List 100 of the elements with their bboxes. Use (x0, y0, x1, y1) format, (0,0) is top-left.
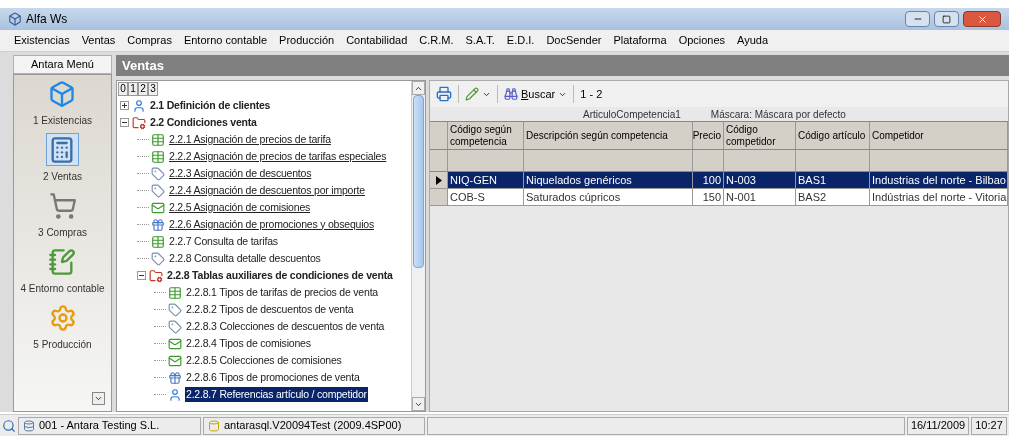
menu-item[interactable]: E.D.I. (506, 32, 535, 49)
tree-item[interactable]: 2.2.5 Asignación de comisiones (168, 199, 312, 216)
column-header[interactable]: Competidor (870, 122, 1008, 149)
window-title: Alfa Ws (26, 11, 68, 28)
menu-item[interactable]: Ayuda (737, 32, 769, 49)
expand-toggle[interactable] (120, 101, 129, 110)
menu-item[interactable]: Plataforma (613, 32, 667, 49)
column-header[interactable]: Precio (693, 122, 724, 149)
date-status: 16/11/2009 (907, 416, 969, 435)
column-header[interactable]: Descripción según competencia (524, 122, 693, 149)
table-row[interactable]: COB-S Saturados cúpricos 150 N-001 BAS2 Indústrias del norte - Vitoria (430, 189, 1008, 206)
table-cell: N-001 (724, 189, 796, 205)
edit-dropdown-button[interactable] (465, 87, 491, 101)
tree-item[interactable]: 2.2.8.1 Tipos de tarifas de precios de venta (185, 284, 379, 301)
plus-icon (121, 102, 128, 109)
menu-tile-label[interactable]: 2 Ventas (43, 169, 82, 184)
menu-item[interactable]: S.A.T. (465, 32, 495, 49)
column-header[interactable]: Código competidor (724, 122, 796, 149)
minimize-button[interactable] (905, 11, 930, 27)
tree-item[interactable]: 2.2.1 Asignación de precios de tarifa (168, 131, 332, 148)
gift-icon (168, 370, 182, 385)
tree-item[interactable]: 2.2.8.2 Tipos de descuentos de venta (185, 301, 355, 318)
table-cell: 150 (693, 189, 724, 205)
side-menu-header: Antara Menú (13, 55, 112, 74)
tree-item[interactable]: 2.1 Definición de clientes (149, 97, 272, 114)
menu-tile[interactable] (46, 133, 79, 166)
collapse-toggle[interactable] (120, 118, 129, 127)
menu-item[interactable]: Opciones (678, 32, 726, 49)
current-row-icon (435, 175, 442, 185)
level-button[interactable]: 3 (148, 82, 158, 96)
tag-icon (151, 251, 165, 266)
table-cell: N-003 (724, 172, 796, 188)
menu-tile-label[interactable]: 5 Producción (33, 337, 92, 352)
menu-item[interactable]: Producción (279, 32, 335, 49)
tag-icon (168, 302, 182, 317)
menu-item[interactable]: Existencias (14, 32, 70, 49)
gear-icon (48, 303, 77, 332)
time-status: 10:27 (971, 416, 1007, 435)
gift-icon (151, 217, 165, 232)
folder-icon (132, 115, 146, 130)
menu-tile-label[interactable]: 1 Existencias (33, 113, 92, 128)
menu-item[interactable]: Contabilidad (346, 32, 408, 49)
tree-item[interactable]: 2.2.8.5 Colecciones de comisiones (185, 352, 343, 369)
collapse-toggle[interactable] (137, 271, 146, 280)
minus-icon (121, 119, 128, 126)
tree-item[interactable]: 2.2.2 Asignación de precios de tarifas especiales (168, 148, 388, 165)
menu-tile-label[interactable]: 3 Compras (38, 225, 87, 240)
tree-item[interactable]: 2.2.8.7 Referencias artículo / competidor (185, 386, 368, 403)
table-cell: Niquelados genéricos (524, 172, 693, 188)
table-cell: Indústrias del norte - Vitoria (870, 189, 1008, 205)
menu-tile-label[interactable]: 4 Entorno contable (20, 281, 105, 296)
table-cell: COB-S (448, 189, 524, 205)
table-icon (168, 285, 182, 300)
binoculars-icon (504, 87, 518, 101)
search-button[interactable]: Buscar (504, 85, 568, 103)
tree-item[interactable]: 2.2 Condiciones venta (149, 114, 258, 131)
search-icon[interactable] (2, 418, 16, 433)
envelope-icon (151, 200, 165, 215)
table-cell: BAS1 (796, 172, 870, 188)
column-header[interactable]: Código artículo (796, 122, 870, 149)
maximize-button[interactable] (934, 11, 959, 27)
tag-icon (151, 183, 165, 198)
user-icon (132, 98, 146, 113)
menu-item[interactable]: Compras (127, 32, 172, 49)
table-row[interactable]: NIQ-GEN Niquelados genéricos 100 N-003 BAS1 Industrias del norte - Bilbao (430, 172, 1008, 189)
cart-icon (48, 191, 77, 220)
envelope-icon (168, 353, 182, 368)
print-icon[interactable] (436, 86, 452, 102)
table-icon (151, 132, 165, 147)
table-cell: Industrias del norte - Bilbao (870, 172, 1008, 188)
company-status: 001 - Antara Testing S.L. (18, 416, 201, 435)
menu-item[interactable]: Entorno contable (183, 32, 268, 49)
menu-item[interactable]: DocSender (546, 32, 602, 49)
column-header[interactable]: Código según competencia (448, 122, 524, 149)
user-icon (168, 387, 182, 402)
scrollbar[interactable] (411, 81, 425, 411)
menu-item[interactable]: C.R.M. (419, 32, 454, 49)
envelope-icon (168, 336, 182, 351)
dataset-name: ArticuloCompetencia1 (583, 107, 681, 122)
tree-item[interactable]: 2.2.4 Asignación de descuentos por importe (168, 182, 366, 199)
tree-item[interactable]: 2.2.7 Consulta de tarifas (168, 233, 279, 250)
close-icon (976, 13, 988, 25)
database-icon (23, 419, 35, 432)
tree-item[interactable]: 2.2.8 Consulta detalle descuentos (168, 250, 322, 267)
tree-item[interactable]: 2.2.8.6 Tipos de promociones de venta (185, 369, 361, 386)
pencil-icon (465, 87, 479, 101)
menu-item[interactable]: Ventas (81, 32, 116, 49)
tag-icon (151, 166, 165, 181)
tree-item[interactable]: 2.2.8.3 Colecciones de descuentos de venta (185, 318, 386, 335)
panel-header: Ventas (116, 55, 1009, 76)
tree-item[interactable]: 2.2.8 Tablas auxiliares de condiciones de venta (166, 267, 394, 284)
cylinder-icon (208, 419, 220, 432)
scroll-down-button[interactable] (92, 392, 105, 405)
tree-item[interactable]: 2.2.6 Asignación de promociones y obsequios (168, 216, 376, 233)
table-cell: BAS2 (796, 189, 870, 205)
tree-item[interactable]: 2.2.3 Asignación de descuentos (168, 165, 313, 182)
tree-item[interactable]: 2.2.8.4 Tipos de comisiones (185, 335, 312, 352)
tag-icon (168, 319, 182, 334)
close-button[interactable] (963, 11, 1001, 27)
folder-icon (149, 268, 163, 283)
